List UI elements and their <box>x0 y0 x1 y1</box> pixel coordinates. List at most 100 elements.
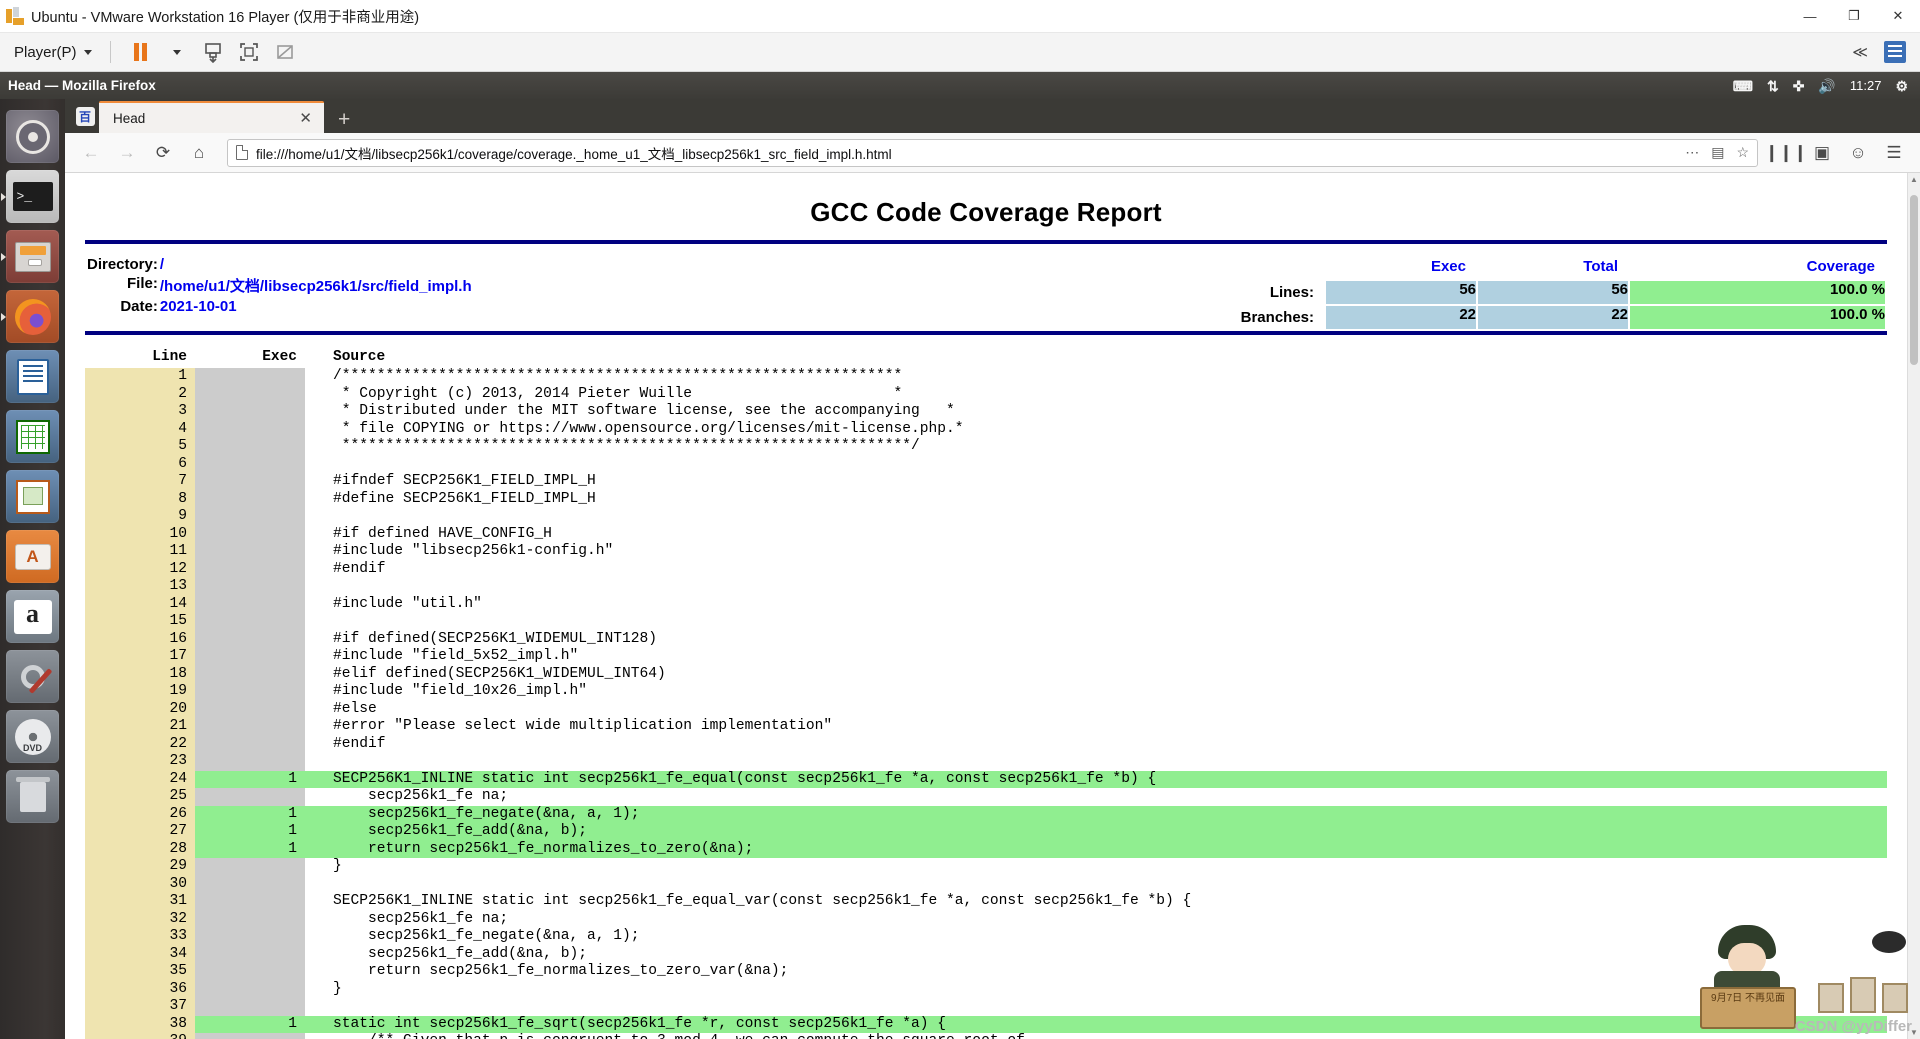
url-text[interactable]: file:///home/u1/文档/libsecp256k1/coverage… <box>256 143 1677 163</box>
close-tab-icon[interactable]: ✕ <box>295 109 316 127</box>
bookmark-star-icon[interactable]: ☆ <box>1736 144 1749 161</box>
code-line-number: 35 <box>85 963 195 981</box>
firefox-account-icon[interactable]: ☺ <box>1842 138 1874 168</box>
sidebar-item-dvd[interactable]: DVD <box>6 710 59 763</box>
network-icon[interactable]: ⇅ <box>1767 79 1779 93</box>
code-line-row: 31 SECP256K1_INLINE static int secp256k1_… <box>85 893 1887 911</box>
date-label: Date: <box>120 298 158 315</box>
code-exec-count <box>195 945 305 963</box>
code-line-row: 36} <box>85 980 1887 998</box>
page-actions-ellipsis-icon[interactable]: ⋯ <box>1685 144 1699 161</box>
home-icon[interactable]: ⌂ <box>183 138 215 168</box>
sidebar-item-software[interactable]: A <box>6 530 59 583</box>
close-button[interactable]: ✕ <box>1876 0 1920 33</box>
code-line-number: 39 <box>85 1033 195 1039</box>
sidebar-item-writer[interactable] <box>6 350 59 403</box>
lines-coverage: 100.0 % <box>1630 281 1885 304</box>
forward-arrow-icon[interactable]: → <box>111 138 143 168</box>
reader-view-icon[interactable]: ▤ <box>1711 144 1724 161</box>
restore-button[interactable]: ❐ <box>1832 0 1876 33</box>
code-exec-count <box>195 648 305 666</box>
code-source-text: secp256k1_fe_add(&na, b); <box>305 823 1887 841</box>
pause-button[interactable] <box>126 38 156 66</box>
table-row: Lines: 56 56 100.0 % <box>1241 281 1885 304</box>
scroll-down-icon[interactable]: ▼ <box>1908 1026 1920 1039</box>
sidebar-item-impress[interactable] <box>6 470 59 523</box>
sidebar-icon[interactable]: ▣ <box>1806 138 1838 168</box>
code-line-row: 4 * file COPYING or https://www.opensour… <box>85 420 1887 438</box>
menu-icon[interactable] <box>1884 41 1906 63</box>
tab-head[interactable]: Head ✕ <box>99 101 324 133</box>
new-tab-icon[interactable]: + <box>324 109 364 130</box>
system-settings-icon[interactable]: ⚙ <box>1895 79 1908 93</box>
code-exec-count <box>195 875 305 893</box>
hamburger-menu-icon[interactable]: ☰ <box>1878 138 1910 168</box>
code-exec-count <box>195 1033 305 1039</box>
sidebar-item-firefox[interactable] <box>1 290 59 343</box>
source-code-body: 1 /**************************************… <box>85 368 1887 1039</box>
file-value[interactable]: /home/u1/文档/libsecp256k1/src/field_impl.… <box>160 275 1128 296</box>
library-icon[interactable]: ❙❙❙ <box>1765 138 1808 168</box>
lines-total: 56 <box>1478 281 1628 304</box>
code-line-row: 25 secp256k1_fe na; <box>85 788 1887 806</box>
code-source-text: secp256k1_fe na; <box>333 788 509 804</box>
branches-coverage: 100.0 % <box>1630 306 1885 329</box>
code-line-row: 29} <box>85 858 1887 876</box>
reload-icon[interactable]: ⟳ <box>147 138 179 168</box>
back-arrow-icon[interactable]: ← <box>75 138 107 168</box>
branches-total: 22 <box>1478 306 1628 329</box>
code-line-row: 11 #include "libsecp256k1-config.h" <box>85 543 1887 561</box>
fullscreen-button[interactable] <box>234 38 264 66</box>
code-line-number: 38 <box>85 1015 195 1033</box>
header-rule-bottom <box>85 331 1887 335</box>
code-line-number: 29 <box>85 858 195 876</box>
clock[interactable]: 11:27 <box>1850 78 1882 93</box>
sidebar-item-files[interactable] <box>1 230 59 283</box>
code-line-row: 21 #error "Please select wide multiplicat… <box>85 718 1887 736</box>
code-exec-count <box>195 455 305 473</box>
unity-mode-button[interactable] <box>198 38 228 66</box>
code-line-row: 19 #include "field_10x26_impl.h" <box>85 683 1887 701</box>
sidebar-item-amazon[interactable]: a <box>6 590 59 643</box>
code-line-number: 23 <box>85 753 195 771</box>
keyboard-layout-icon[interactable]: ⌨ <box>1733 79 1753 93</box>
player-menu-button[interactable]: Player(P) <box>8 42 98 63</box>
directory-value[interactable]: / <box>160 256 1128 273</box>
stats-header-row: Exec Total Coverage <box>1241 256 1885 279</box>
volume-icon[interactable]: 🔊 <box>1818 79 1835 93</box>
code-exec-count: 1 <box>195 1015 305 1033</box>
collapse-toolbar-icon[interactable]: ≪ <box>1852 43 1868 61</box>
code-exec-count <box>195 998 305 1016</box>
code-source-text: #include "util.h" <box>333 595 482 612</box>
page-content: GCC Code Coverage Report Directory: / Fi… <box>65 173 1907 1039</box>
sidebar-item-ubuntu-dash[interactable] <box>6 110 59 163</box>
code-source-text: #include "field_5x52_impl.h" <box>333 648 579 664</box>
sidebar-item-calc[interactable] <box>6 410 59 463</box>
stretch-guest-button[interactable] <box>270 38 300 66</box>
code-line-row: 8 #define SECP256K1_FIELD_IMPL_H <box>85 490 1887 508</box>
files-manager-icon <box>14 241 51 272</box>
tab-favicon-button[interactable]: 百 <box>71 101 99 131</box>
sidebar-item-terminal[interactable]: >_ <box>1 170 59 223</box>
code-exec-count <box>195 525 305 543</box>
page-vertical-scrollbar[interactable]: ▲ ▼ <box>1907 173 1920 1039</box>
sidebar-item-system-settings[interactable] <box>6 650 59 703</box>
minimize-button[interactable]: — <box>1788 0 1832 33</box>
stats-col-exec: Exec <box>1430 258 1466 275</box>
scrollbar-thumb[interactable] <box>1910 195 1918 365</box>
code-line-row: 39 /** Given that p is congruent to 3 mo… <box>85 1033 1887 1039</box>
code-exec-count <box>195 438 305 456</box>
running-indicator <box>1 252 6 261</box>
firefox-icon <box>14 298 51 335</box>
sidebar-item-trash[interactable] <box>6 770 59 823</box>
code-line-number: 14 <box>85 595 195 613</box>
code-line-row: 13 <box>85 578 1887 596</box>
screen-root: Ubuntu - VMware Workstation 16 Player (仅… <box>0 0 1920 1039</box>
code-line-number: 31 <box>85 893 195 911</box>
bluetooth-icon[interactable]: ✜ <box>1793 79 1805 93</box>
stats-col-blank <box>1241 256 1324 279</box>
pause-dropdown-button[interactable] <box>162 38 192 66</box>
address-bar[interactable]: file:///home/u1/文档/libsecp256k1/coverage… <box>227 138 1758 167</box>
scroll-up-icon[interactable]: ▲ <box>1908 173 1920 186</box>
code-source-text: #else <box>333 700 377 717</box>
